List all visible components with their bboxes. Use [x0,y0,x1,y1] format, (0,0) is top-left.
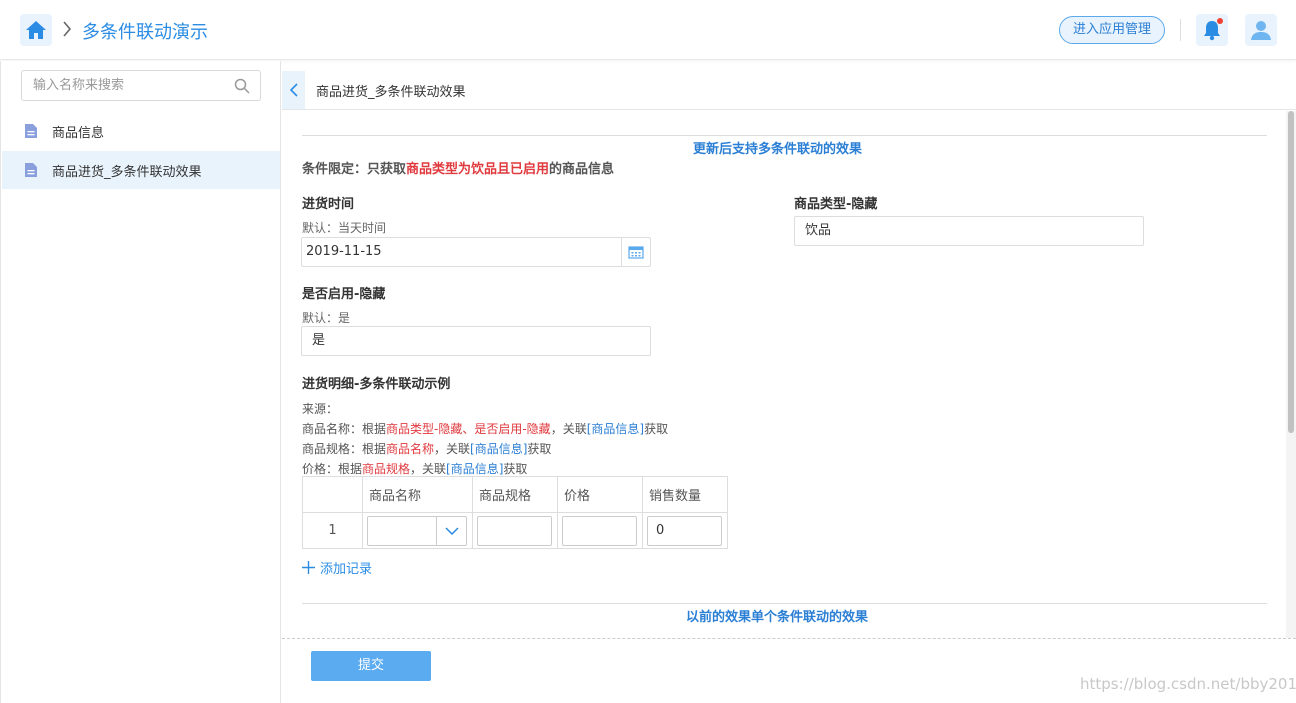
submit-button[interactable]: 提交 [311,651,431,681]
date-field[interactable]: 2019-11-15 [301,237,651,267]
chevron-left-icon [289,83,298,97]
search-icon[interactable] [234,78,250,94]
search-box [21,70,261,101]
sidebar-item-product-info[interactable]: 商品信息 [2,112,280,150]
type-label: 商品类型-隐藏 [794,197,878,212]
scrollbar-thumb[interactable] [1288,111,1294,433]
plus-icon [302,561,315,574]
source-title: 来源： [302,402,339,416]
enabled-label: 是否启用-隐藏 [302,287,386,302]
dropdown-button[interactable] [436,516,466,545]
section-divider [302,135,1267,136]
app-title: 多条件联动演示 [82,22,208,43]
document-icon [25,124,37,138]
date-value: 2019-11-15 [306,244,382,259]
watermark: https://blog.csdn.net/bby2017 [1080,675,1296,693]
sidebar: 商品信息 商品进货_多条件联动效果 [0,61,281,703]
header-divider [1180,19,1181,41]
type-field[interactable]: 饮品 [794,216,1144,246]
spec-input[interactable] [477,515,552,546]
document-icon [25,163,37,177]
add-record-label: 添加记录 [320,562,373,577]
calendar-button[interactable] [621,238,650,266]
add-record-button[interactable]: 添加记录 [302,558,372,577]
sidebar-item-purchase-linkage[interactable]: 商品进货_多条件联动效果 [2,151,280,189]
home-icon [26,21,46,39]
chevron-right-icon [63,21,72,37]
column-header-price: 价格 [557,476,643,513]
chevron-down-icon [444,526,459,535]
section-title-old: 以前的效果单个条件联动的效果 [686,610,869,625]
manage-app-button[interactable]: 进入应用管理 [1059,16,1165,44]
user-icon [1251,21,1271,40]
table-row: 1 0 [302,512,728,549]
enabled-field[interactable]: 是 [301,326,651,356]
section-title-new: 更新后支持多条件联动的效果 [693,142,863,157]
detail-label: 进货明细-多条件联动示例 [302,377,451,392]
top-header: 多条件联动演示 进入应用管理 [0,0,1296,60]
condition-text: 条件限定：只获取商品类型为饮品且已启用的商品信息 [302,162,615,177]
notification-dot [1217,18,1223,24]
column-header-name: 商品名称 [362,476,473,513]
calendar-icon [628,246,644,259]
column-header-qty: 销售数量 [642,476,728,513]
source-line-name: 商品名称：根据商品类型-隐藏、是否启用-隐藏，关联[商品信息]获取 [302,422,669,436]
notification-button[interactable] [1196,14,1228,46]
date-hint: 默认：当天时间 [302,221,387,235]
source-line-price: 价格：根据商品规格，关联[商品信息]获取 [302,462,528,476]
row-index: 1 [302,512,363,549]
sidebar-item-label: 商品信息 [52,125,105,141]
section-divider [302,603,1267,604]
column-header-index [302,476,363,513]
tab-bar: 商品进货_多条件联动效果 [282,61,1296,110]
qty-input[interactable]: 0 [647,515,722,546]
source-line-spec: 商品规格：根据商品名称，关联[商品信息]获取 [302,442,552,456]
product-name-select[interactable] [367,515,467,546]
form-footer: 提交 [282,638,1296,703]
enabled-hint: 默认：是 [302,311,351,325]
price-input[interactable] [562,515,637,546]
home-button[interactable] [20,14,52,46]
form-content: 更新后支持多条件联动的效果 条件限定：只获取商品类型为饮品且已启用的商品信息 进… [282,111,1286,638]
detail-table: 商品名称 商品规格 价格 销售数量 1 0 [302,476,728,549]
vertical-scrollbar[interactable] [1286,111,1296,638]
column-header-spec: 商品规格 [472,476,558,513]
tab-purchase-linkage[interactable]: 商品进货_多条件联动效果 [316,81,466,100]
collapse-sidebar-button[interactable] [282,71,305,109]
user-avatar[interactable] [1245,14,1277,46]
search-input[interactable] [22,71,222,100]
table-header-row: 商品名称 商品规格 价格 销售数量 [302,476,728,513]
date-label: 进货时间 [302,197,355,212]
sidebar-item-label: 商品进货_多条件联动效果 [52,164,202,180]
